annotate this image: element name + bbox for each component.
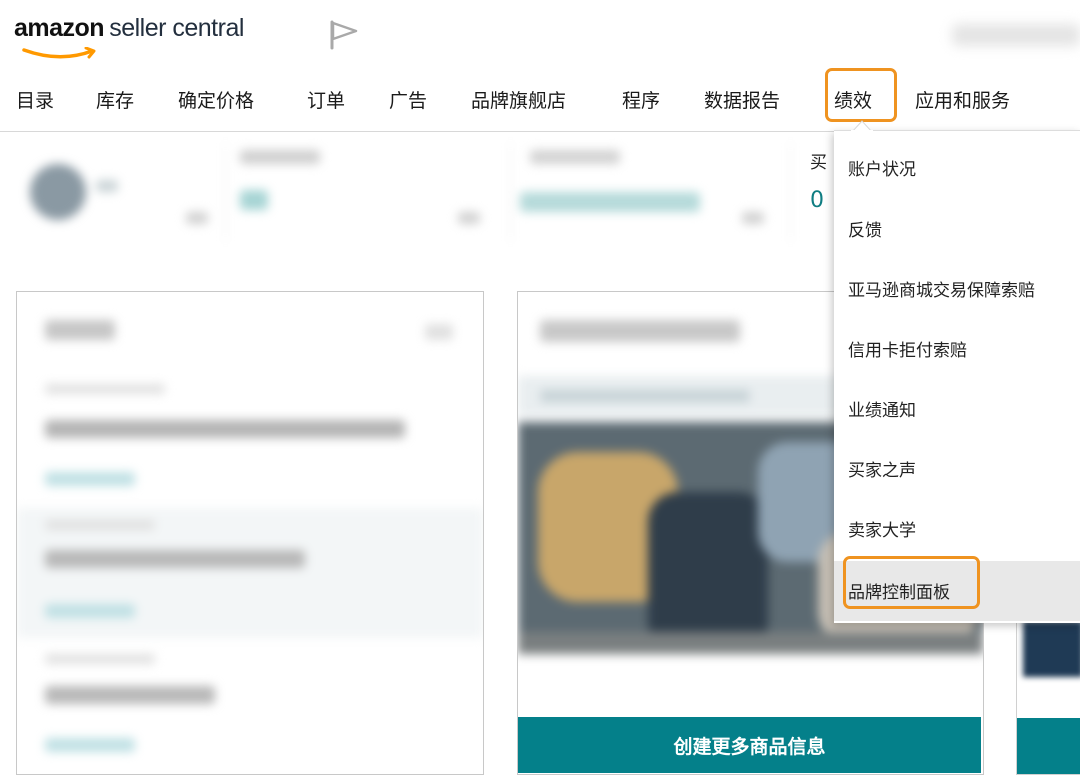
nav-item-reports[interactable]: 数据报告: [704, 86, 780, 113]
nav-performance-highlight: [825, 68, 897, 122]
news-card: [16, 291, 484, 775]
logo-amazon-text: amazon: [14, 14, 105, 42]
nav-item-catalog[interactable]: 目录: [16, 86, 54, 113]
amazon-seller-central-logo[interactable]: amazon seller central: [14, 14, 244, 59]
header-user-area[interactable]: [952, 24, 1080, 46]
nav-item-apps-services[interactable]: 应用和服务: [915, 86, 1010, 113]
menu-item-chargeback-claims[interactable]: 信用卡拒付索赔: [848, 336, 967, 361]
nav-item-programs[interactable]: 程序: [622, 86, 660, 113]
nav-item-orders[interactable]: 订单: [307, 86, 345, 113]
performance-dropdown-menu: 账户状况 反馈 亚马逊商城交易保障索赔 信用卡拒付索赔 业绩通知 买家之声 卖家…: [834, 130, 1080, 623]
menu-brand-dashboard-highlight: [843, 556, 980, 609]
nav-item-inventory[interactable]: 库存: [96, 86, 134, 113]
menu-item-voice-of-customer[interactable]: 买家之声: [848, 456, 916, 481]
create-more-listings-button[interactable]: 创建更多商品信息: [518, 717, 981, 773]
nav-item-stores[interactable]: 品牌旗舰店: [471, 86, 566, 113]
menu-item-a-to-z-claims[interactable]: 亚马逊商城交易保障索赔: [848, 276, 1035, 301]
menu-item-account-health[interactable]: 账户状况: [848, 155, 916, 180]
buyer-messages-value[interactable]: 0: [810, 188, 824, 213]
menu-item-seller-university[interactable]: 卖家大学: [848, 516, 916, 541]
nav-item-advertising[interactable]: 广告: [389, 86, 427, 113]
logo-seller-central-text: seller central: [109, 14, 244, 42]
summary-strip-blurred: [0, 140, 800, 240]
menu-item-performance-notifications[interactable]: 业绩通知: [848, 396, 916, 421]
amazon-smile-icon: [22, 47, 96, 59]
main-navigation: 目录 库存 确定价格 订单 广告 品牌旗舰店 程序 数据报告 绩效 应用和服务: [0, 80, 1080, 120]
news-card-content-blurred: [17, 292, 483, 774]
right-card-partial: [1016, 600, 1080, 775]
flag-icon[interactable]: [328, 20, 360, 50]
buyer-messages-title: 买: [810, 153, 827, 173]
menu-item-feedback[interactable]: 反馈: [848, 216, 882, 241]
nav-item-pricing[interactable]: 确定价格: [178, 86, 254, 113]
dropdown-caret-icon: [851, 120, 873, 132]
